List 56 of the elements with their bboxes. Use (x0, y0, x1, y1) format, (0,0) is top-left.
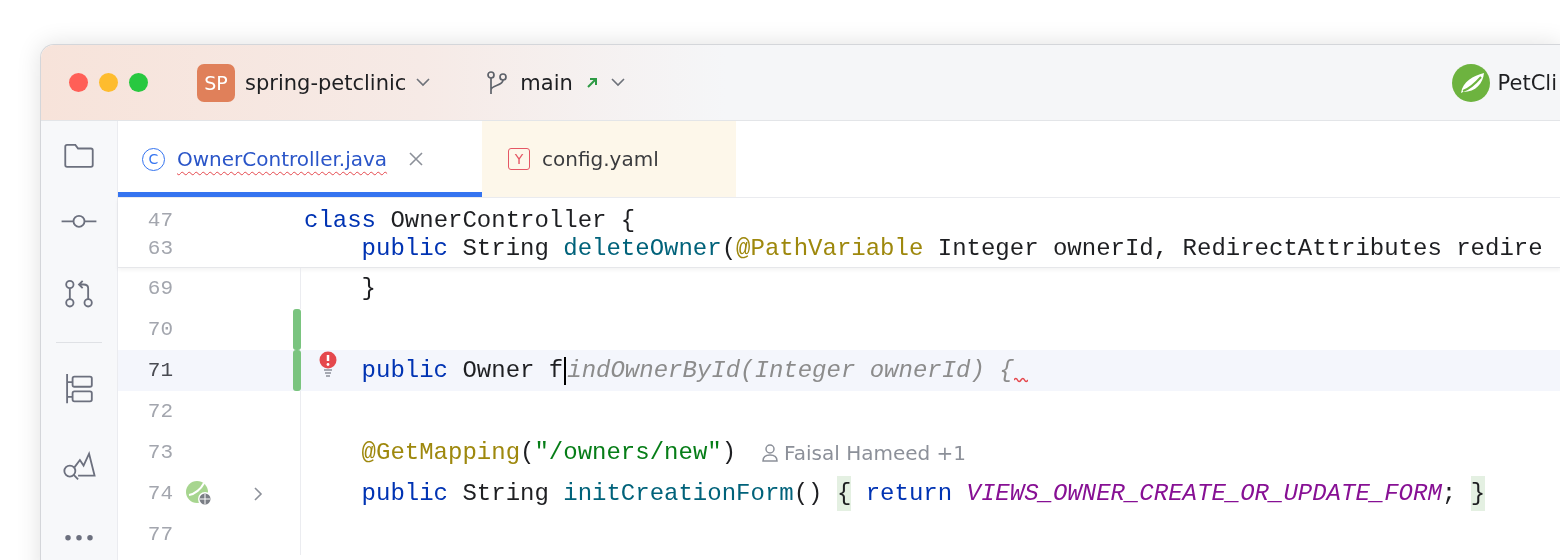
code-text: () (793, 480, 824, 507)
project-name[interactable]: spring-petclinic (245, 70, 407, 95)
editor-tab[interactable]: Y config.yaml (482, 121, 736, 197)
chevron-down-icon[interactable] (416, 78, 431, 87)
keyword: class (304, 206, 376, 234)
code-text: String (461, 234, 550, 262)
code-text: ( (520, 439, 535, 466)
code-text: OwnerController { (389, 206, 636, 234)
completion-hint: indOwnerById(Integer ownerId) { (567, 357, 1014, 384)
line-number: 47 (146, 208, 173, 232)
tab-label: OwnerController.java (177, 147, 388, 171)
project-badge: SP (197, 63, 235, 102)
matched-brace: } (1470, 476, 1486, 511)
chevron-right-icon[interactable] (254, 486, 263, 501)
yaml-file-icon: Y (508, 148, 530, 170)
code-text: ; (1441, 480, 1458, 507)
structure-icon[interactable] (63, 373, 95, 405)
line-number: 69 (146, 277, 173, 300)
pull-request-icon[interactable] (62, 279, 96, 309)
code-text: ( (721, 234, 737, 262)
code-text: } (361, 275, 376, 302)
keyword: public (361, 480, 449, 507)
close-window-button[interactable] (69, 73, 88, 92)
line-number: 71 (146, 359, 173, 382)
code-text: String (461, 480, 550, 507)
line-number: 73 (146, 441, 173, 464)
chevron-down-icon[interactable] (610, 78, 625, 87)
leaf-logo-icon (1451, 63, 1490, 102)
keyword: return (864, 480, 953, 507)
line-number: 74 (146, 482, 173, 505)
annotation: @GetMapping (361, 439, 521, 466)
keyword: public (361, 234, 449, 262)
more-icon[interactable] (63, 533, 95, 541)
matched-brace: { (836, 476, 852, 511)
person-icon (762, 443, 779, 462)
close-icon[interactable] (409, 152, 424, 166)
annotation: @PathVariable (736, 234, 924, 262)
line-number: 77 (146, 523, 173, 546)
line-number: 72 (146, 400, 173, 423)
folder-icon[interactable] (62, 143, 96, 169)
code-text: Integer ownerId, RedirectAttributes redire (936, 234, 1543, 262)
line-number: 70 (146, 318, 173, 341)
branch-name[interactable]: main (520, 70, 573, 95)
line-number: 63 (146, 236, 173, 260)
string-literal: "/owners/new" (534, 439, 722, 466)
branch-icon (486, 69, 509, 96)
method-name: initCreationForm (563, 480, 794, 507)
error-bulb-icon[interactable] (319, 350, 337, 377)
commit-icon[interactable] (60, 213, 98, 229)
keyword: public (361, 357, 449, 384)
code-text: ) (721, 439, 737, 466)
code-text: Owner f (461, 357, 564, 384)
tab-label: config.yaml (542, 147, 659, 171)
run-configuration-name[interactable]: PetCli (1497, 70, 1557, 95)
constant-name: VIEWS_OWNER_CREATE_OR_UPDATE_FORM (965, 480, 1442, 507)
method-name: deleteOwner (563, 234, 722, 262)
